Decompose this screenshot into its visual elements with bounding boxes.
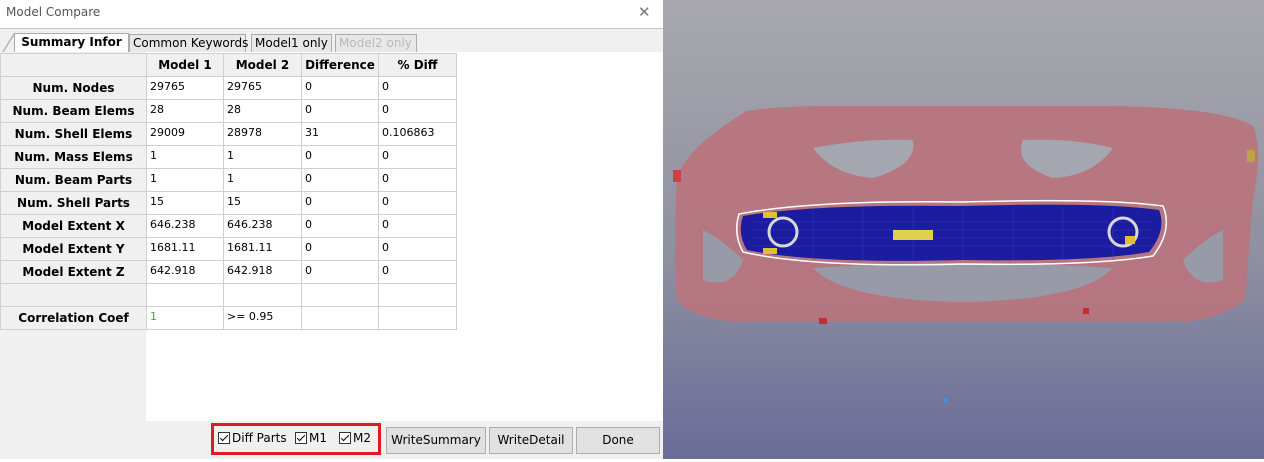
cell[interactable]: 1681.11 bbox=[223, 237, 302, 261]
cell[interactable] bbox=[146, 283, 224, 307]
cell[interactable]: 646.238 bbox=[146, 214, 224, 238]
row-header: Model Extent Z bbox=[0, 260, 147, 284]
cell[interactable]: 1681.11 bbox=[146, 237, 224, 261]
marker-yellow bbox=[763, 248, 777, 254]
correlation-threshold[interactable]: >= 0.95 bbox=[223, 306, 302, 330]
table-row: Correlation Coef 1 >= 0.95 bbox=[0, 306, 457, 330]
done-button[interactable]: Done bbox=[576, 427, 660, 454]
cell[interactable]: 0 bbox=[378, 214, 457, 238]
cell[interactable]: 0 bbox=[378, 145, 457, 169]
cell[interactable]: 642.918 bbox=[146, 260, 224, 284]
row-header: Num. Beam Parts bbox=[0, 168, 147, 192]
corner-cell bbox=[0, 53, 147, 77]
marker-yellow bbox=[1125, 236, 1135, 244]
marker-right bbox=[1247, 150, 1255, 162]
cell[interactable]: 29765 bbox=[223, 76, 302, 100]
cell[interactable]: 0 bbox=[301, 260, 379, 284]
cell[interactable]: 28 bbox=[223, 99, 302, 123]
table-row bbox=[0, 283, 457, 307]
cell[interactable]: 0 bbox=[378, 260, 457, 284]
cell[interactable] bbox=[378, 306, 457, 330]
tab-model1-only[interactable]: Model1 only bbox=[251, 34, 332, 52]
tab-common-keywords[interactable]: Common Keywords bbox=[129, 34, 248, 52]
highlight-box bbox=[211, 423, 381, 455]
cell[interactable]: 29765 bbox=[146, 76, 224, 100]
bumper-model bbox=[673, 106, 1258, 402]
row-header: Correlation Coef bbox=[0, 306, 147, 330]
cell[interactable]: 28978 bbox=[223, 122, 302, 146]
cell[interactable]: 0 bbox=[301, 145, 379, 169]
marker-point bbox=[943, 398, 947, 402]
window-title: Model Compare bbox=[6, 5, 101, 19]
beam-mesh bbox=[740, 204, 1162, 261]
tab-summary-infor[interactable]: Summary Infor bbox=[14, 33, 129, 53]
cell[interactable]: 0.106863 bbox=[378, 122, 457, 146]
cell[interactable] bbox=[223, 283, 302, 307]
cell[interactable]: 29009 bbox=[146, 122, 224, 146]
cell[interactable]: 646.238 bbox=[223, 214, 302, 238]
marker-red bbox=[1083, 308, 1089, 314]
cell[interactable] bbox=[301, 306, 379, 330]
row-header: Model Extent X bbox=[0, 214, 147, 238]
3d-viewport[interactable] bbox=[663, 0, 1264, 459]
cell[interactable] bbox=[301, 283, 379, 307]
cell[interactable]: 0 bbox=[378, 237, 457, 261]
cell[interactable]: 31 bbox=[301, 122, 379, 146]
title-bar: Model Compare ✕ bbox=[0, 0, 663, 26]
cell[interactable] bbox=[378, 283, 457, 307]
correlation-value[interactable]: 1 bbox=[146, 306, 224, 330]
close-icon[interactable]: ✕ bbox=[638, 3, 651, 21]
cell[interactable]: 0 bbox=[301, 191, 379, 215]
write-summary-button[interactable]: WriteSummary bbox=[386, 427, 486, 454]
row-header: Num. Beam Elems bbox=[0, 99, 147, 123]
cell[interactable]: 28 bbox=[146, 99, 224, 123]
tab-scroll-icon bbox=[2, 33, 14, 53]
cell[interactable]: 0 bbox=[301, 214, 379, 238]
table-row: Num. Nodes 29765 29765 0 0 bbox=[0, 76, 457, 100]
marker-yellow bbox=[763, 212, 777, 218]
marker-left bbox=[673, 170, 681, 182]
column-header[interactable]: Model 2 bbox=[223, 53, 302, 77]
table-row: Num. Shell Parts 15 15 0 0 bbox=[0, 191, 457, 215]
tab-model2-only: Model2 only bbox=[335, 34, 417, 52]
table-row: Num. Beam Parts 1 1 0 0 bbox=[0, 168, 457, 192]
cell[interactable]: 15 bbox=[146, 191, 224, 215]
cell[interactable]: 642.918 bbox=[223, 260, 302, 284]
column-header[interactable]: Model 1 bbox=[146, 53, 224, 77]
tab-bar: Summary Infor Common Keywords Model1 onl… bbox=[0, 28, 663, 53]
row-header: Model Extent Y bbox=[0, 237, 147, 261]
marker-red bbox=[819, 318, 827, 324]
row-header bbox=[0, 283, 147, 307]
cell[interactable]: 0 bbox=[378, 168, 457, 192]
marker-yellow bbox=[893, 230, 933, 240]
cell[interactable]: 0 bbox=[378, 76, 457, 100]
cell[interactable]: 0 bbox=[378, 99, 457, 123]
model-compare-dialog: Model Compare ✕ Summary Infor Common Key… bbox=[0, 0, 663, 459]
row-header: Num. Shell Elems bbox=[0, 122, 147, 146]
column-header[interactable]: Difference bbox=[301, 53, 379, 77]
table-row: Model Extent X 646.238 646.238 0 0 bbox=[0, 214, 457, 238]
cell[interactable]: 1 bbox=[146, 168, 224, 192]
cell[interactable]: 0 bbox=[301, 237, 379, 261]
cell[interactable]: 15 bbox=[223, 191, 302, 215]
cell[interactable]: 0 bbox=[301, 76, 379, 100]
cell[interactable]: 0 bbox=[378, 191, 457, 215]
cell[interactable]: 1 bbox=[223, 145, 302, 169]
table-header-row: Model 1 Model 2 Difference % Diff bbox=[0, 53, 457, 77]
table-row: Num. Mass Elems 1 1 0 0 bbox=[0, 145, 457, 169]
write-detail-button[interactable]: WriteDetail bbox=[489, 427, 573, 454]
table-row: Model Extent Y 1681.11 1681.11 0 0 bbox=[0, 237, 457, 261]
cell[interactable]: 0 bbox=[301, 168, 379, 192]
column-header[interactable]: % Diff bbox=[378, 53, 457, 77]
table-row: Num. Beam Elems 28 28 0 0 bbox=[0, 99, 457, 123]
row-header: Num. Nodes bbox=[0, 76, 147, 100]
table-row: Num. Shell Elems 29009 28978 31 0.106863 bbox=[0, 122, 457, 146]
table-row: Model Extent Z 642.918 642.918 0 0 bbox=[0, 260, 457, 284]
cell[interactable]: 1 bbox=[223, 168, 302, 192]
summary-table: Model 1 Model 2 Difference % Diff Num. N… bbox=[0, 53, 457, 330]
row-header: Num. Shell Parts bbox=[0, 191, 147, 215]
row-header: Num. Mass Elems bbox=[0, 145, 147, 169]
cell[interactable]: 0 bbox=[301, 99, 379, 123]
cell[interactable]: 1 bbox=[146, 145, 224, 169]
